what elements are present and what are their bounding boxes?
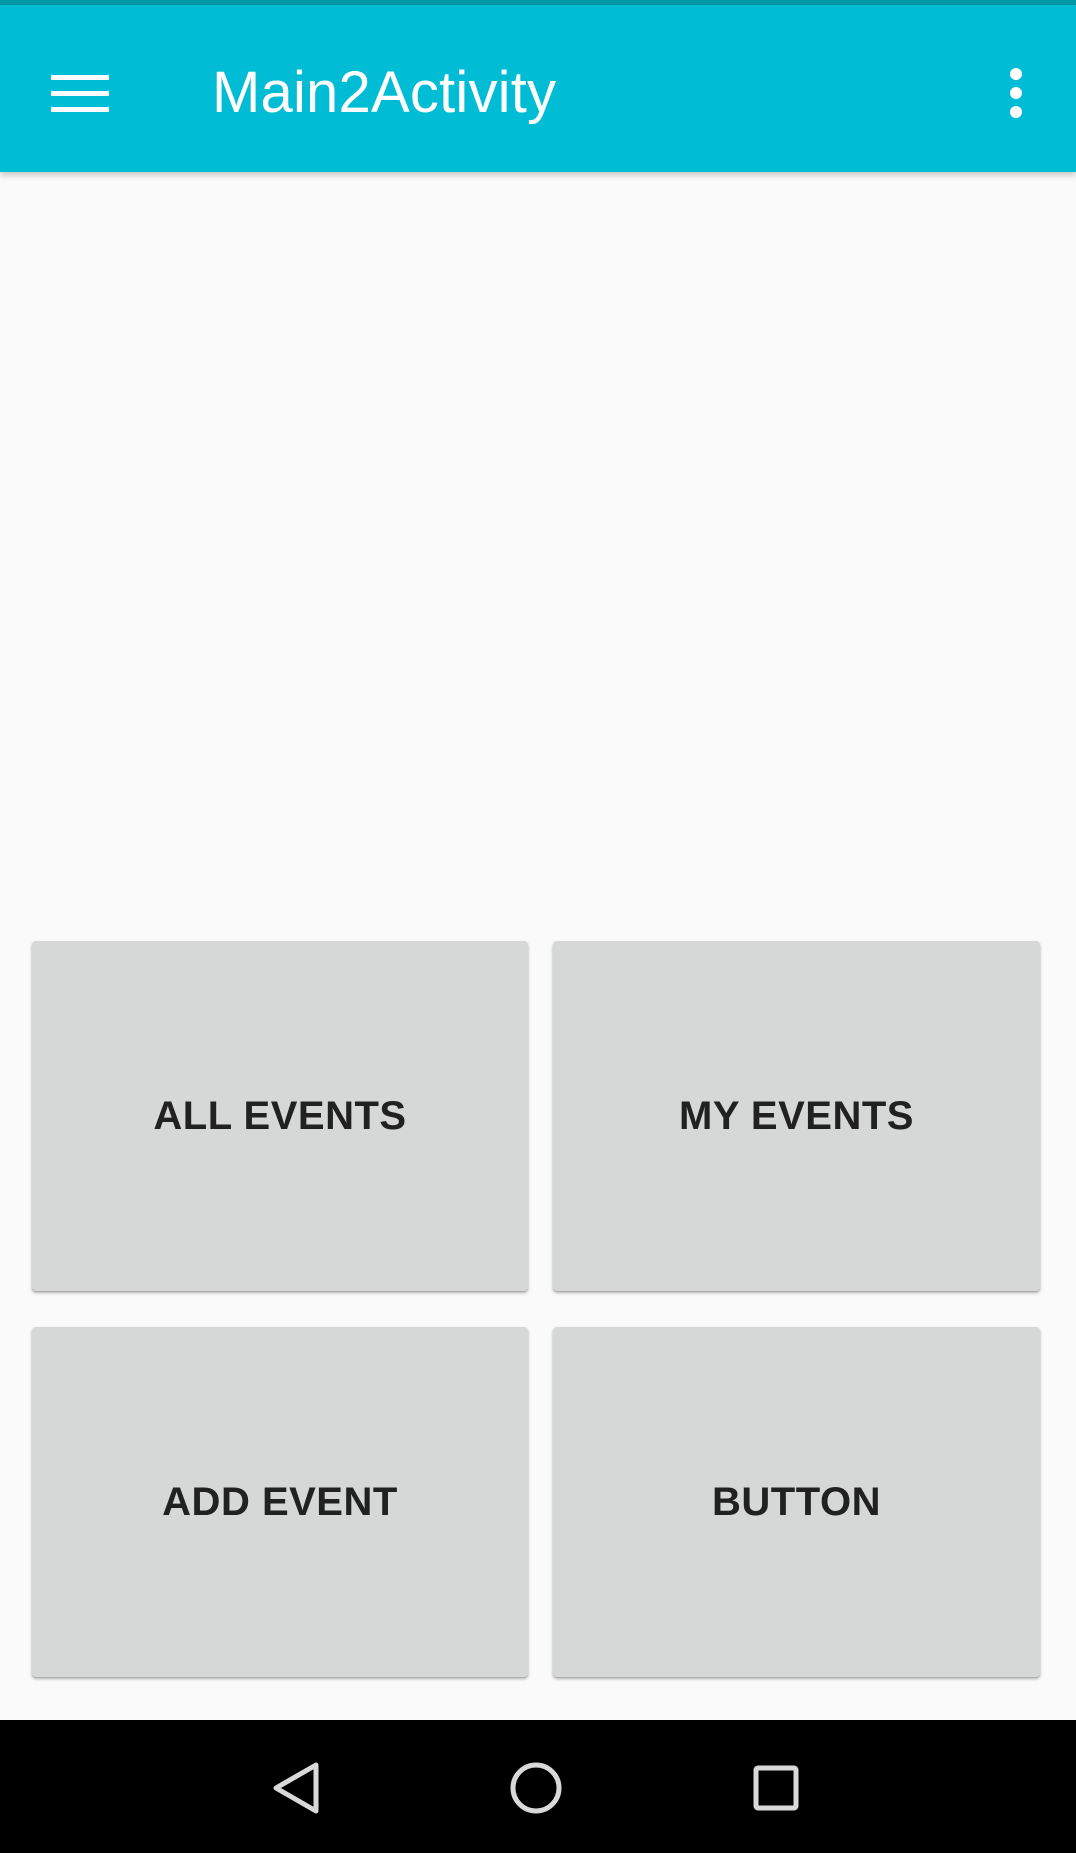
add-event-button[interactable]: ADD EVENT xyxy=(32,1327,528,1677)
all-events-button[interactable]: ALL EVENTS xyxy=(32,941,528,1291)
back-triangle-icon[interactable] xyxy=(248,1740,344,1836)
system-navigation-bar xyxy=(0,1720,1076,1853)
more-vert-icon[interactable] xyxy=(968,45,1064,141)
home-circle-icon[interactable] xyxy=(488,1740,584,1836)
recents-square-icon[interactable] xyxy=(728,1740,824,1836)
app-bar: Main2Activity xyxy=(0,5,1076,172)
hamburger-menu-icon[interactable] xyxy=(32,45,128,141)
app-title: Main2Activity xyxy=(212,60,557,125)
generic-button[interactable]: BUTTON xyxy=(553,1327,1040,1677)
my-events-button[interactable]: MY EVENTS xyxy=(553,941,1040,1291)
main-content: ALL EVENTS MY EVENTS ADD EVENT BUTTON xyxy=(0,172,1076,1720)
